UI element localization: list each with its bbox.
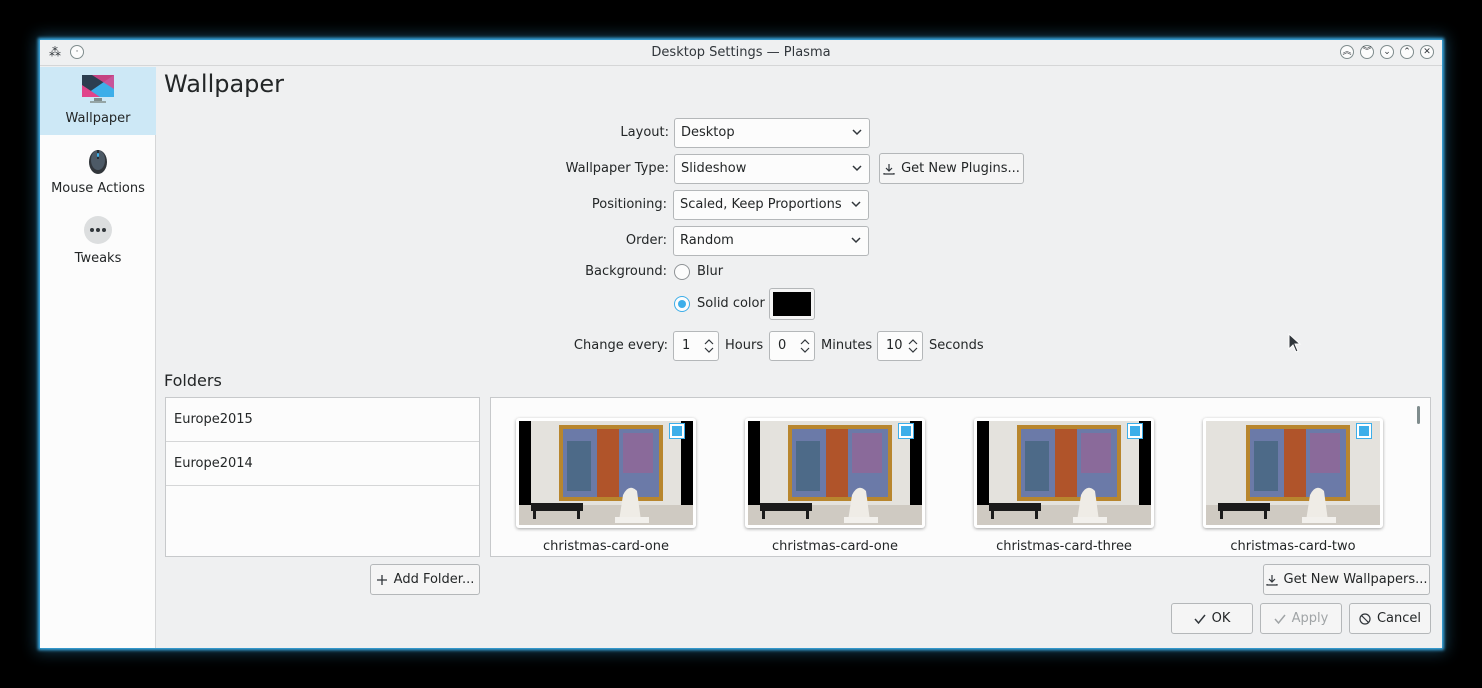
wallpaper-name: christmas-card-one <box>543 539 669 554</box>
mouse-icon <box>89 150 107 174</box>
wallpaper-type-value: Slideshow <box>681 161 747 176</box>
wallpaper-name: christmas-card-two <box>1230 539 1356 554</box>
wallpaper-thumbnail[interactable] <box>516 418 696 528</box>
spin-arrows-icon <box>704 339 714 353</box>
wallpaper-preview-image <box>977 421 1151 525</box>
positioning-combo[interactable]: Scaled, Keep Proportions <box>673 190 869 220</box>
scrollbar[interactable] <box>1417 406 1420 424</box>
check-icon <box>1194 614 1206 624</box>
sidebar: Wallpaper Mouse Actions Tweaks <box>40 67 156 648</box>
wallpaper-preview-image <box>1206 421 1380 525</box>
minutes-spinbox[interactable]: 0 <box>769 331 815 361</box>
page-title: Wallpaper <box>164 70 285 98</box>
sidebar-item-wallpaper[interactable]: Wallpaper <box>40 67 156 135</box>
monitor-icon <box>82 75 114 103</box>
wallpaper-preview-image <box>748 421 922 525</box>
ok-label: OK <box>1211 611 1231 626</box>
layout-value: Desktop <box>681 125 735 140</box>
check-icon <box>1274 614 1286 624</box>
chevron-down-icon <box>851 201 861 208</box>
cancel-icon <box>1359 612 1371 625</box>
folder-list: Europe2015 Europe2014 <box>165 397 480 557</box>
sidebar-item-label: Mouse Actions <box>51 181 145 196</box>
minutes-value: 0 <box>778 338 787 353</box>
wallpaper-thumbnail[interactable] <box>974 418 1154 528</box>
wallpaper-preview-image <box>519 421 693 525</box>
desktop-settings-window: ⁂ · Desktop Settings — Plasma ︽ ︾ ⌄ ⌃ ✕ … <box>40 40 1442 648</box>
ok-button[interactable]: OK <box>1171 603 1253 634</box>
shade-down-icon[interactable]: ︾ <box>1360 45 1374 59</box>
blur-radio[interactable] <box>674 264 690 280</box>
sidebar-item-mouse-actions[interactable]: Mouse Actions <box>40 137 156 205</box>
folder-item[interactable]: Europe2014 <box>166 442 479 486</box>
get-new-wallpapers-button[interactable]: Get New Wallpapers... <box>1263 564 1430 595</box>
hours-spinbox[interactable]: 1 <box>673 331 719 361</box>
wallpaper-name: christmas-card-three <box>996 539 1132 554</box>
wallpaper-grid: christmas-card-one christmas-card-one chri… <box>490 397 1431 557</box>
sidebar-item-tweaks[interactable]: Tweaks <box>40 207 156 275</box>
get-new-plugins-label: Get New Plugins... <box>901 161 1020 176</box>
chevron-down-icon <box>852 165 862 172</box>
shade-up-icon[interactable]: ︽ <box>1340 45 1354 59</box>
background-label: Background: <box>585 264 667 279</box>
seconds-value: 10 <box>886 338 903 353</box>
minimize-icon[interactable]: ⌄ <box>1380 45 1394 59</box>
wallpaper-type-combo[interactable]: Slideshow <box>674 154 870 184</box>
change-every-label: Change every: <box>573 338 668 353</box>
close-icon[interactable]: ✕ <box>1420 45 1434 59</box>
download-icon <box>1265 574 1278 586</box>
plus-icon <box>376 574 387 585</box>
layout-combo[interactable]: Desktop <box>674 118 870 148</box>
hours-value: 1 <box>682 338 691 353</box>
apply-label: Apply <box>1291 611 1329 626</box>
seconds-unit: Seconds <box>929 338 984 353</box>
chevron-down-icon <box>851 237 861 244</box>
get-new-wallpapers-label: Get New Wallpapers... <box>1283 572 1428 587</box>
cancel-button[interactable]: Cancel <box>1349 603 1431 634</box>
blur-label[interactable]: Blur <box>697 264 723 279</box>
solid-color-radio[interactable] <box>674 296 690 312</box>
order-label: Order: <box>625 233 667 248</box>
maximize-icon[interactable]: ⌃ <box>1400 45 1414 59</box>
mouse-cursor-icon <box>1288 333 1302 353</box>
get-new-plugins-button[interactable]: Get New Plugins... <box>879 153 1024 184</box>
more-icon <box>84 216 112 244</box>
window-title: Desktop Settings — Plasma <box>651 45 831 60</box>
spin-arrows-icon <box>908 339 918 353</box>
wallpaper-type-label: Wallpaper Type: <box>565 161 669 176</box>
sidebar-item-label: Tweaks <box>74 251 122 266</box>
wallpaper-checkbox[interactable] <box>1356 423 1372 439</box>
order-combo[interactable]: Random <box>673 226 869 256</box>
minutes-unit: Minutes <box>821 338 873 353</box>
seconds-spinbox[interactable]: 10 <box>877 331 923 361</box>
order-value: Random <box>680 233 734 248</box>
wallpaper-checkbox[interactable] <box>1127 423 1143 439</box>
color-picker-button[interactable] <box>769 288 815 320</box>
color-swatch <box>773 292 811 316</box>
layout-label: Layout: <box>620 125 669 140</box>
wallpaper-name: christmas-card-one <box>772 539 898 554</box>
cancel-label: Cancel <box>1376 611 1422 626</box>
spin-arrows-icon <box>800 339 810 353</box>
wallpaper-checkbox[interactable] <box>898 423 914 439</box>
wallpaper-thumbnail[interactable] <box>745 418 925 528</box>
title-bar: ⁂ · Desktop Settings — Plasma ︽ ︾ ⌄ ⌃ ✕ <box>40 40 1442 66</box>
wallpaper-checkbox[interactable] <box>669 423 685 439</box>
chevron-down-icon <box>852 129 862 136</box>
apply-button[interactable]: Apply <box>1260 603 1342 634</box>
wallpaper-thumbnail[interactable] <box>1203 418 1383 528</box>
add-folder-button[interactable]: Add Folder... <box>370 564 480 595</box>
hours-unit: Hours <box>725 338 764 353</box>
positioning-label: Positioning: <box>591 197 667 212</box>
add-folder-label: Add Folder... <box>393 572 475 587</box>
positioning-value: Scaled, Keep Proportions <box>680 197 842 212</box>
folder-item[interactable]: Europe2015 <box>166 398 479 442</box>
folders-title: Folders <box>164 371 222 390</box>
sidebar-item-label: Wallpaper <box>65 111 131 126</box>
solid-color-label[interactable]: Solid color <box>697 296 765 311</box>
download-icon <box>883 163 895 175</box>
